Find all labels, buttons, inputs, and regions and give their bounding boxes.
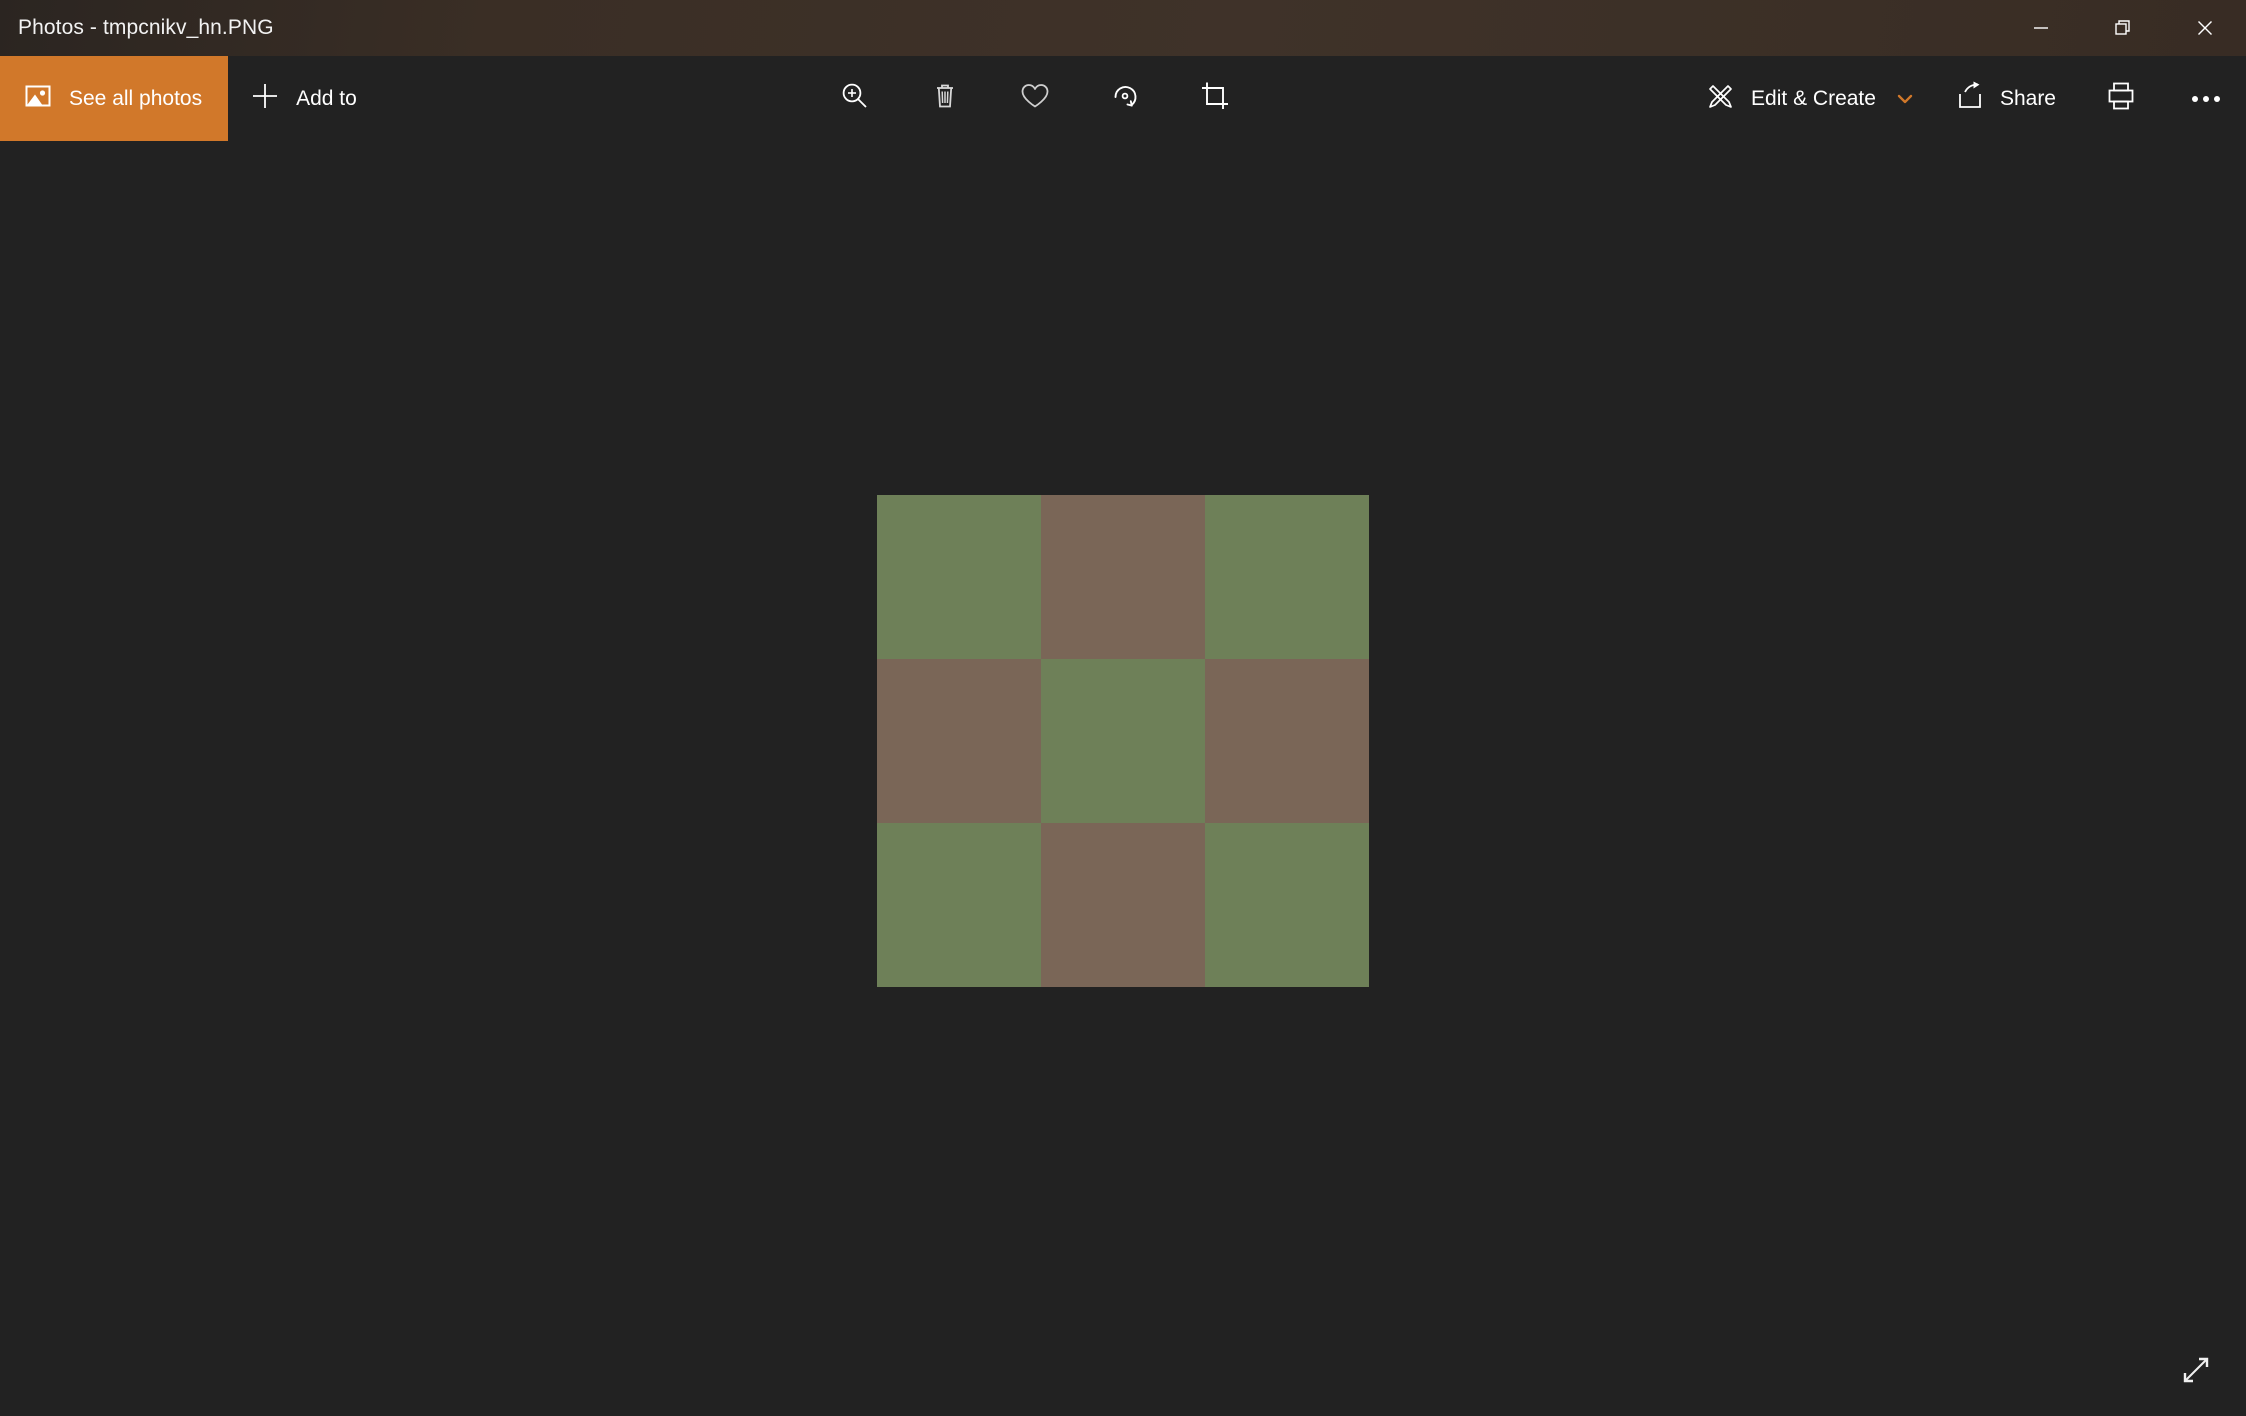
photos-app-window: Photos - tmpcnikv_hn.PNG See all photos … [0,0,2246,1416]
plus-icon [250,81,280,116]
close-icon [2198,21,2212,35]
add-to-label: Add to [296,86,357,110]
fit-to-window-button[interactable] [2164,1342,2228,1402]
minimize-icon [2034,27,2048,29]
rotate-icon [1109,80,1141,117]
print-icon [2105,80,2137,117]
edit-create-button[interactable]: Edit & Create [1686,56,1935,141]
photo-image[interactable] [877,494,1369,987]
title-bar[interactable]: Photos - tmpcnikv_hn.PNG [0,0,2246,56]
image-tile [1205,822,1369,987]
see-all-photos-label: See all photos [69,86,203,110]
see-all-photos-button[interactable]: See all photos [0,56,229,141]
expand-icon [2179,1353,2213,1392]
image-tile [1205,494,1369,659]
share-icon [1955,81,1985,116]
share-button[interactable]: Share [1935,56,2076,141]
command-bar-center [385,56,1686,141]
delete-icon [929,80,961,117]
print-button[interactable] [2076,56,2166,141]
image-tile [1041,658,1205,823]
rotate-button[interactable] [1080,56,1170,141]
command-bar: See all photos Add to Edit & Create Shar… [0,56,2246,141]
share-label: Share [1999,86,2056,110]
minimize-button[interactable] [2000,0,2082,56]
restore-button[interactable] [2082,0,2164,56]
image-tile [1205,658,1369,823]
favorite-button[interactable] [990,56,1080,141]
command-bar-right: Edit & Create Share [1686,56,2246,141]
photo-viewer[interactable] [0,141,2246,1416]
collection-icon [24,82,52,115]
command-bar-left: See all photos Add to [0,56,385,141]
crop-button[interactable] [1170,56,1260,141]
chevron-down-icon [1895,89,1915,109]
image-tile [877,822,1041,987]
window-controls [2000,0,2246,56]
image-tile [1041,494,1205,659]
more-dot-icon [2214,95,2220,102]
more-dot-icon [2192,95,2198,102]
heart-icon [1018,79,1052,118]
zoom-button[interactable] [810,56,900,141]
edit-create-icon [1706,81,1736,116]
restore-icon [2115,20,2130,35]
window-title: Photos - tmpcnikv_hn.PNG [18,16,274,39]
delete-button[interactable] [900,56,990,141]
more-dot-icon [2203,95,2209,102]
add-to-button[interactable]: Add to [228,56,385,141]
image-tile [877,494,1041,659]
image-tile [877,658,1041,823]
zoom-in-icon [839,80,871,117]
edit-create-label: Edit & Create [1751,86,1876,110]
crop-icon [1199,80,1231,117]
close-button[interactable] [2164,0,2246,56]
image-tile [1041,822,1205,987]
more-options-button[interactable] [2166,56,2246,141]
